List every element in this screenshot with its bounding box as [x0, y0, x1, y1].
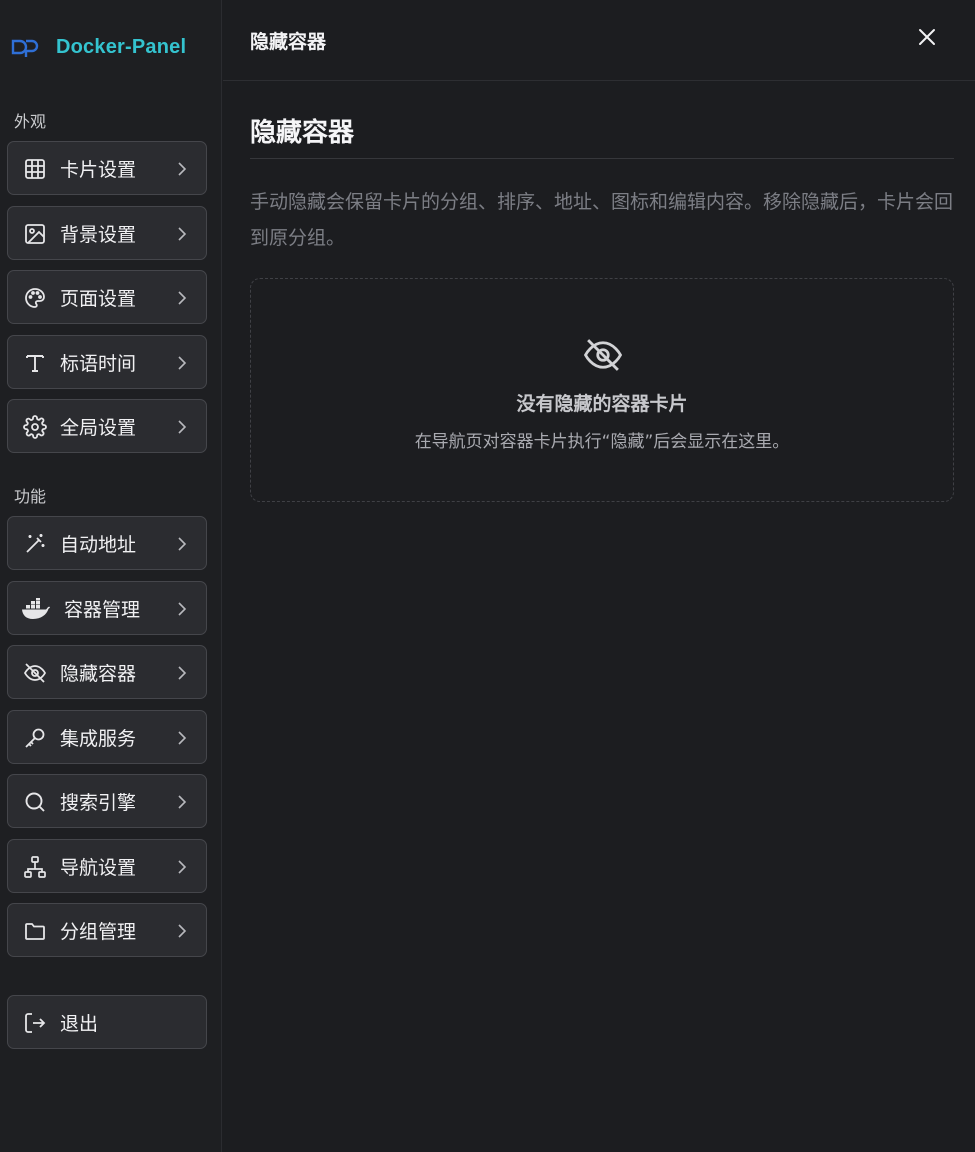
sidebar-item-background-settings[interactable]: 背景设置 — [7, 206, 207, 260]
docker-panel-logo-icon — [10, 35, 44, 59]
chevron-right-icon — [174, 353, 190, 373]
sidebar-item-group-management[interactable]: 分组管理 — [7, 903, 207, 957]
sidebar-item-label: 搜索引擎 — [60, 791, 137, 814]
sidebar-item-label: 分组管理 — [60, 920, 137, 943]
chevron-right-icon — [174, 224, 190, 244]
chevron-right-icon — [174, 857, 190, 877]
gear-icon — [22, 414, 48, 440]
sidebar-item-label: 背景设置 — [60, 223, 137, 246]
chevron-right-icon — [174, 921, 190, 941]
app-root: Docker-Panel 外观 卡片设置 背景设置 页面设置 标语时间 全局设置… — [0, 0, 975, 1152]
search-icon — [22, 789, 48, 815]
sidebar-item-page-settings[interactable]: 页面设置 — [7, 270, 207, 324]
sidebar-item-navigation-settings[interactable]: 导航设置 — [7, 839, 207, 893]
main-panel: 隐藏容器 隐藏容器 手动隐藏会保留卡片的分组、排序、地址、图标和编辑内容。移除隐… — [223, 0, 975, 1152]
page-title: 隐藏容器 — [250, 118, 355, 148]
sidebar-item-label: 集成服务 — [60, 727, 137, 750]
sidebar-item-auto-address[interactable]: 自动地址 — [7, 516, 207, 570]
empty-state-hint: 在导航页对容器卡片执行“隐藏”后会显示在这里。 — [414, 432, 790, 452]
sidebar-item-label: 自动地址 — [60, 533, 137, 556]
sidebar-item-label: 容器管理 — [64, 598, 141, 621]
logout-label: 退出 — [60, 1012, 99, 1035]
logout-button[interactable]: 退出 — [7, 995, 207, 1049]
magic-wand-icon — [22, 531, 48, 557]
type-icon — [22, 350, 48, 376]
sidebar-item-hidden-containers[interactable]: 隐藏容器 — [7, 645, 207, 699]
eye-off-icon — [22, 660, 48, 686]
chevron-right-icon — [174, 417, 190, 437]
sidebar-item-search-engine[interactable]: 搜索引擎 — [7, 774, 207, 828]
chevron-right-icon — [174, 159, 190, 179]
chevron-right-icon — [174, 663, 190, 683]
sidebar-item-label: 标语时间 — [60, 352, 137, 375]
close-icon — [919, 29, 935, 45]
page-description: 手动隐藏会保留卡片的分组、排序、地址、图标和编辑内容。移除隐藏后，卡片会回到原分… — [250, 191, 954, 249]
section-label-appearance: 外观 — [14, 112, 47, 131]
chevron-right-icon — [174, 728, 190, 748]
folder-icon — [22, 918, 48, 944]
section-label-features: 功能 — [14, 487, 47, 506]
chevron-right-icon — [174, 599, 190, 619]
sidebar-item-label: 隐藏容器 — [60, 662, 137, 685]
sidebar-item-label: 卡片设置 — [60, 158, 137, 181]
sidebar: Docker-Panel 外观 卡片设置 背景设置 页面设置 标语时间 全局设置… — [0, 0, 222, 1152]
empty-state-title: 没有隐藏的容器卡片 — [516, 393, 688, 415]
logout-icon — [22, 1010, 48, 1036]
sidebar-item-container-management[interactable]: 容器管理 — [7, 581, 207, 635]
sidebar-item-label: 页面设置 — [60, 287, 137, 310]
grid-icon — [22, 156, 48, 182]
chevron-right-icon — [174, 792, 190, 812]
docker-whale-icon — [20, 596, 52, 622]
sitemap-icon — [22, 854, 48, 880]
eye-off-icon — [582, 334, 624, 376]
chevron-right-icon — [174, 534, 190, 554]
chevron-right-icon — [174, 288, 190, 308]
brand-name: Docker-Panel — [56, 35, 187, 58]
divider — [250, 158, 954, 159]
palette-icon — [22, 285, 48, 311]
sidebar-item-card-settings[interactable]: 卡片设置 — [7, 141, 207, 195]
close-button[interactable] — [915, 25, 939, 49]
topbar-title: 隐藏容器 — [250, 31, 327, 53]
image-icon — [22, 221, 48, 247]
sidebar-item-label: 导航设置 — [60, 856, 137, 879]
brand[interactable]: Docker-Panel — [10, 26, 186, 68]
sidebar-item-integrations[interactable]: 集成服务 — [7, 710, 207, 764]
sidebar-item-global-settings[interactable]: 全局设置 — [7, 399, 207, 453]
sidebar-item-label: 全局设置 — [60, 416, 137, 439]
sidebar-item-slogan-time[interactable]: 标语时间 — [7, 335, 207, 389]
empty-state: 没有隐藏的容器卡片 在导航页对容器卡片执行“隐藏”后会显示在这里。 — [250, 278, 954, 502]
topbar: 隐藏容器 — [223, 0, 975, 81]
key-icon — [22, 725, 48, 751]
